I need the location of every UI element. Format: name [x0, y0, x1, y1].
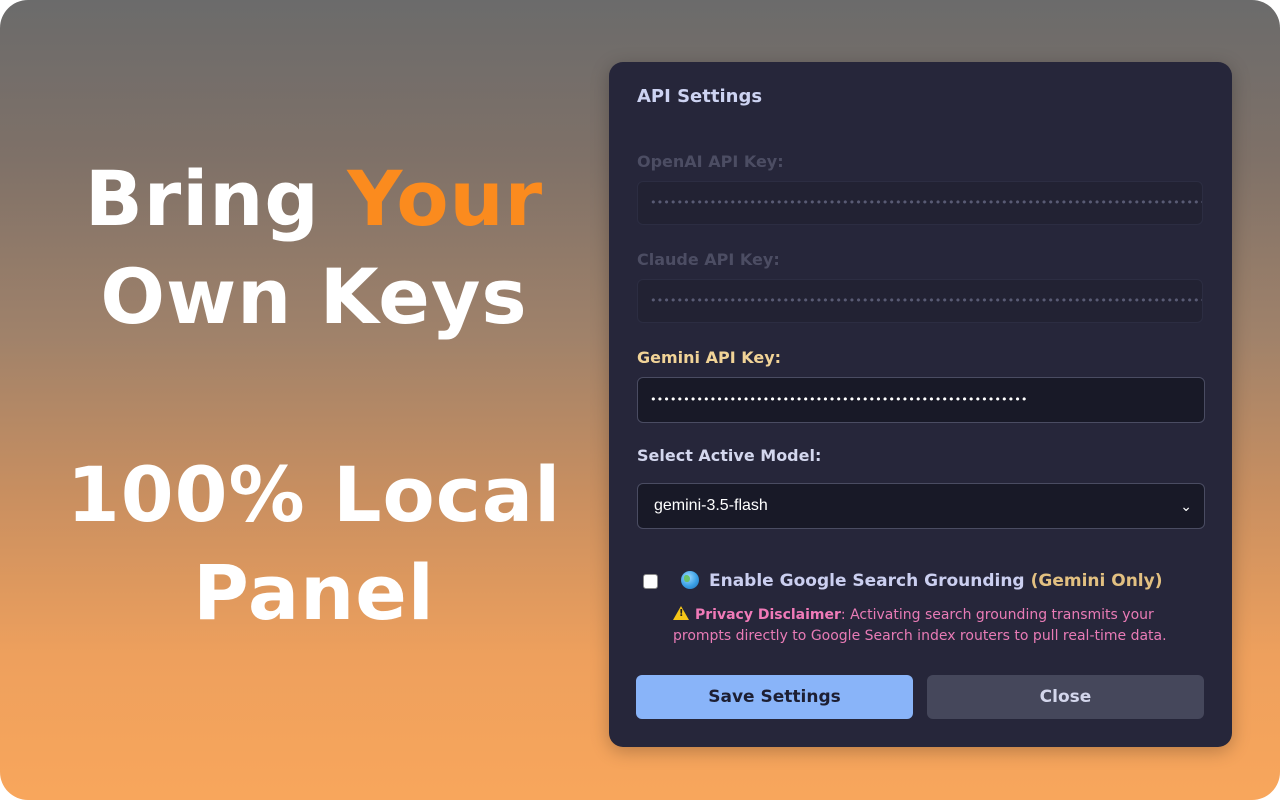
model-select[interactable]: gemini-3.5-flash ⌄	[637, 483, 1205, 529]
promo-background: Bring Your Own Keys 100% Local Panel API…	[0, 0, 1280, 800]
promo-line-1-text: Bring	[84, 154, 348, 243]
grounding-checkbox[interactable]	[643, 574, 658, 589]
grounding-label: Enable Google Search Grounding	[709, 571, 1025, 591]
panel-title: API Settings	[637, 86, 763, 107]
openai-key-input[interactable]: ••••••••••••••••••••••••••••••••••••••••…	[637, 181, 1203, 225]
privacy-disclaimer: Privacy Disclaimer: Activating search gr…	[673, 605, 1213, 647]
promo-line-1-accent: Your	[347, 154, 544, 243]
api-settings-panel: API Settings OpenAI API Key: •••••••••••…	[609, 62, 1232, 747]
chevron-down-icon: ⌄	[1180, 498, 1192, 514]
promo-line-4: Panel	[193, 548, 435, 637]
claude-key-input[interactable]: ••••••••••••••••••••••••••••••••••••••••…	[637, 279, 1203, 323]
openai-key-label: OpenAI API Key:	[637, 152, 784, 171]
promo-line-1: Bring Your	[40, 150, 588, 248]
close-button[interactable]: Close	[927, 675, 1204, 719]
gemini-key-label: Gemini API Key:	[637, 348, 782, 367]
save-settings-button[interactable]: Save Settings	[636, 675, 913, 719]
model-select-value: gemini-3.5-flash	[654, 497, 768, 514]
promo-line-2: Own Keys	[100, 252, 528, 341]
promo-line-3: 100% Local	[66, 450, 562, 539]
promo-gap	[40, 346, 588, 446]
disclaimer-title: Privacy Disclaimer	[695, 607, 841, 623]
gemini-key-input[interactable]: ••••••••••••••••••••••••••••••••••••••••…	[637, 377, 1205, 423]
globe-icon	[681, 571, 699, 589]
warning-icon	[673, 606, 689, 620]
claude-key-label: Claude API Key:	[637, 250, 780, 269]
model-select-label: Select Active Model:	[637, 446, 822, 465]
promo-headline: Bring Your Own Keys 100% Local Panel	[40, 150, 588, 642]
grounding-note: (Gemini Only)	[1030, 571, 1163, 591]
grounding-option[interactable]: Enable Google Search Grounding (Gemini On…	[681, 571, 1162, 591]
